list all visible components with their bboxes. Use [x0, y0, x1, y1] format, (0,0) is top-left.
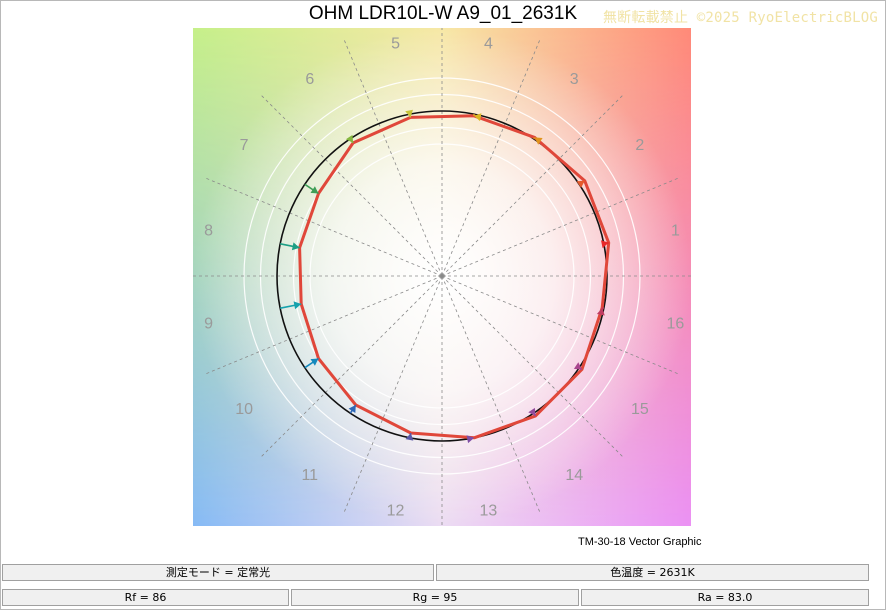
hue-bin-label: 7: [240, 137, 249, 154]
measure-mode-field: 測定モード = 定常光: [2, 564, 434, 581]
hue-bin-label: 16: [667, 315, 685, 332]
hue-bin-label: 13: [480, 502, 498, 519]
hue-bin-label: 12: [387, 502, 405, 519]
hue-bin-label: 9: [204, 315, 213, 332]
hue-bin-label: 5: [391, 36, 400, 53]
ra-field: Ra = 83.0: [581, 589, 869, 606]
rg-field: Rg = 95: [291, 589, 579, 606]
watermark: 無断転載禁止 ©2025 RyoElectricBLOG: [602, 10, 878, 26]
hue-bin-label: 10: [235, 401, 253, 418]
hue-bin-label: 6: [305, 71, 314, 88]
hue-bin-label: 15: [631, 401, 649, 418]
hue-bin-label: 14: [565, 467, 583, 484]
chart-caption: TM-30-18 Vector Graphic: [578, 536, 702, 548]
arrow-shaft: [533, 136, 536, 140]
hue-bin-label: 11: [301, 467, 318, 484]
hue-bin-label: 2: [635, 137, 644, 154]
hue-bin-label: 8: [204, 223, 213, 240]
hue-bin-label: 4: [484, 36, 493, 53]
hue-bin-label: 1: [671, 223, 680, 240]
vector-graphic-chart: 123456789101112 13141516: [193, 28, 691, 526]
hue-bin-label: 3: [570, 71, 579, 88]
rf-field: Rf = 86: [2, 589, 289, 606]
color-temperature-field: 色温度 = 2631K: [436, 564, 869, 581]
